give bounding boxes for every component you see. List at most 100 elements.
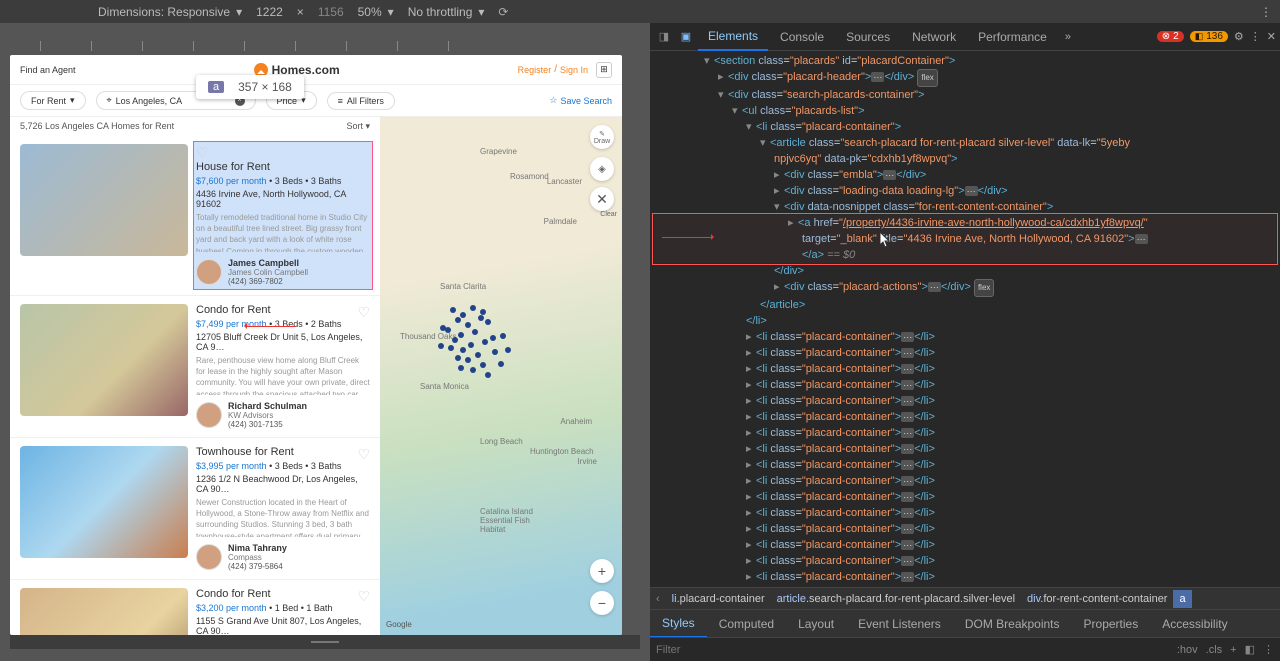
chevron-down-icon: ▾: [70, 95, 75, 106]
layers-button[interactable]: ◈: [590, 157, 614, 181]
listing-photo[interactable]: [20, 304, 188, 416]
tab-computed[interactable]: Computed: [707, 611, 786, 637]
hov-toggle[interactable]: :hov: [1177, 644, 1198, 656]
pin-icon: ⌖: [107, 95, 112, 106]
agent-company: James Colin Campbell: [228, 268, 308, 277]
element-inspect-tooltip: a 357 × 168: [196, 75, 304, 99]
tab-styles[interactable]: Styles: [650, 610, 707, 638]
map-view[interactable]: ✎Draw ◈ ✕ Clear + − Lancaster Palmdale S…: [380, 117, 622, 635]
annotation-arrow: [662, 237, 712, 238]
device-toggle-icon[interactable]: ▣: [676, 27, 696, 47]
filter-icon: ≡: [338, 96, 343, 106]
tab-console[interactable]: Console: [770, 24, 834, 50]
listing-photo[interactable]: [20, 446, 188, 558]
styles-tabbar: Styles Computed Layout Event Listeners D…: [650, 609, 1280, 637]
listing-address: 4436 Irvine Ave, North Hollywood, CA 916…: [196, 189, 370, 209]
more-icon[interactable]: ⋮: [1263, 643, 1274, 656]
zoom-in-button[interactable]: +: [590, 559, 614, 583]
listing-title: Condo for Rent: [196, 304, 370, 316]
new-style-icon[interactable]: +: [1230, 644, 1236, 656]
favorite-icon[interactable]: ♡: [357, 304, 370, 321]
listing-beds: 3 Beds: [275, 176, 303, 186]
device-preview-pane: a 357 × 168 Find an Agent Homes.com Regi…: [0, 23, 650, 661]
breadcrumb-scroll-left[interactable]: ‹: [650, 593, 666, 605]
tab-sources[interactable]: Sources: [836, 24, 900, 50]
rotate-icon[interactable]: ⟳: [498, 5, 508, 19]
tab-performance[interactable]: Performance: [968, 24, 1057, 50]
listing-card[interactable]: ♡ Townhouse for Rent $3,995 per month • …: [10, 438, 380, 580]
tab-elements[interactable]: Elements: [698, 23, 768, 51]
sort-dropdown[interactable]: Sort ▾: [346, 121, 370, 132]
viewport-height[interactable]: 1156: [318, 5, 344, 19]
dom-breadcrumb[interactable]: ‹ li.placard-container article.search-pl…: [650, 587, 1280, 609]
tooltip-tag: a: [208, 81, 224, 93]
resize-handle[interactable]: [10, 635, 640, 649]
ruler: [0, 23, 650, 51]
favorite-icon[interactable]: ♡: [357, 446, 370, 463]
close-icon[interactable]: ✕: [1267, 30, 1276, 43]
bookmark-icon: ☆: [549, 95, 557, 106]
listing-price: $7,600 per month: [196, 176, 267, 186]
devtools-tabbar: ◨ ▣ Elements Console Sources Network Per…: [650, 23, 1280, 51]
breadcrumb-item[interactable]: li.placard-container: [666, 593, 771, 605]
cls-toggle[interactable]: .cls: [1206, 644, 1223, 656]
agent-name: James Campbell: [228, 258, 308, 268]
zoom-dropdown[interactable]: 50% ▾: [358, 5, 394, 19]
agent-avatar: [196, 544, 222, 570]
listing-card[interactable]: ♡ House for Rent $7,600 per month • 3 Be…: [10, 136, 380, 296]
tab-layout[interactable]: Layout: [786, 611, 846, 637]
listing-card[interactable]: ♡ Condo for Rent $7,499 per month • 3 Be…: [10, 296, 380, 438]
listing-description: Totally remodeled traditional home in St…: [196, 212, 370, 252]
favorite-icon[interactable]: ♡: [196, 144, 209, 160]
rent-type-filter[interactable]: For Rent ▾: [20, 91, 86, 110]
viewport-width[interactable]: 1222: [256, 5, 283, 19]
kebab-menu-icon[interactable]: ⋮: [1260, 5, 1272, 19]
save-search-button[interactable]: ☆Save Search: [549, 95, 612, 106]
tab-accessibility[interactable]: Accessibility: [1150, 611, 1239, 637]
signin-link[interactable]: Sign In: [560, 65, 588, 75]
account-icon[interactable]: ⊞: [596, 62, 612, 78]
site-header: Find an Agent Homes.com Register / Sign …: [10, 55, 622, 85]
toggle-icon[interactable]: ◧: [1245, 643, 1255, 656]
listing-photo[interactable]: [20, 144, 188, 256]
listing-baths: 3 Baths: [311, 176, 342, 186]
error-count-badge[interactable]: 2: [1157, 31, 1184, 42]
map-markers[interactable]: [430, 297, 550, 417]
elements-tree[interactable]: ▾<section class="placards" id="placardCo…: [650, 51, 1280, 587]
tab-event-listeners[interactable]: Event Listeners: [846, 611, 953, 637]
all-filters-button[interactable]: ≡ All Filters: [327, 92, 395, 110]
more-tabs-icon[interactable]: »: [1059, 31, 1077, 43]
breadcrumb-item[interactable]: div.for-rent-content-container: [1021, 593, 1173, 605]
zoom-out-button[interactable]: −: [590, 591, 614, 615]
favorite-icon[interactable]: ♡: [357, 588, 370, 605]
agent-phone: (424) 369-7802: [228, 277, 308, 286]
clear-map-button[interactable]: ✕: [590, 187, 614, 211]
tab-network[interactable]: Network: [902, 24, 966, 50]
breadcrumb-item[interactable]: article.search-placard.for-rent-placard.…: [771, 593, 1021, 605]
throttling-dropdown[interactable]: No throttling ▾: [408, 5, 485, 19]
rendered-page: Find an Agent Homes.com Register / Sign …: [10, 55, 622, 635]
result-count: 5,726 Los Angeles CA Homes for Rent: [20, 121, 174, 132]
listing-price: $7,499 per month: [196, 319, 267, 329]
filter-input[interactable]: [656, 644, 1169, 656]
tab-dom-breakpoints[interactable]: DOM Breakpoints: [953, 611, 1072, 637]
breadcrumb-item-active[interactable]: a: [1173, 590, 1191, 608]
find-agent-link[interactable]: Find an Agent: [20, 65, 76, 75]
listing-card[interactable]: ♡ Condo for Rent $3,200 per month • 1 Be…: [10, 580, 380, 635]
dimensions-dropdown[interactable]: Dimensions: Responsive ▾: [98, 5, 242, 19]
agent-avatar: [196, 402, 222, 428]
tooltip-size: 357 × 168: [238, 80, 292, 94]
kebab-menu-icon[interactable]: ⋮: [1250, 30, 1261, 43]
listing-photo[interactable]: [20, 588, 188, 635]
devtools-panel: ◨ ▣ Elements Console Sources Network Per…: [650, 23, 1280, 661]
listing-address: 12705 Bluff Creek Dr Unit 5, Los Angeles…: [196, 332, 370, 352]
tab-properties[interactable]: Properties: [1072, 611, 1151, 637]
gear-icon[interactable]: ⚙: [1234, 30, 1244, 43]
device-toolbar: Dimensions: Responsive ▾ 1222 × 1156 50%…: [0, 0, 1280, 23]
warning-count-badge[interactable]: 136: [1190, 31, 1228, 42]
draw-button[interactable]: ✎Draw: [590, 125, 614, 149]
dimension-separator: ×: [297, 5, 304, 19]
inspect-icon[interactable]: ◨: [654, 27, 674, 47]
register-link[interactable]: Register: [518, 65, 552, 75]
selected-dom-node[interactable]: ▸<a href="/property/4436-irvine-ave-nort…: [654, 215, 1276, 263]
